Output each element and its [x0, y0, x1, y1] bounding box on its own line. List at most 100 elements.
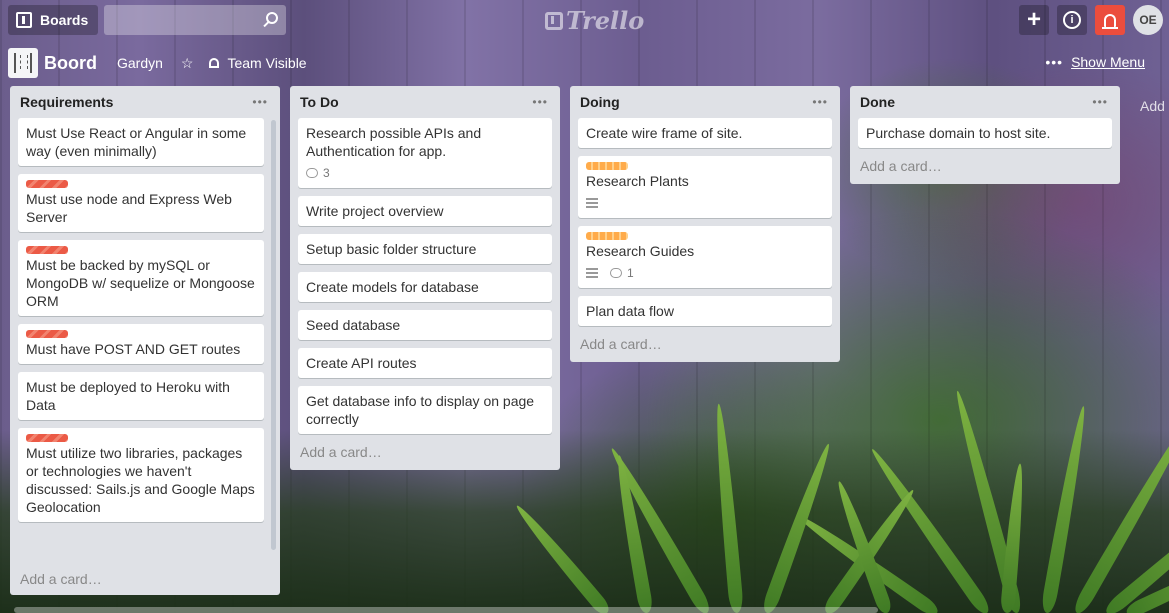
card-label-orange[interactable]	[586, 232, 628, 240]
card-label-red[interactable]	[26, 246, 68, 254]
card[interactable]: Purchase domain to host site.	[858, 118, 1112, 148]
card-title: Write project overview	[306, 203, 444, 219]
card-container: Purchase domain to host site.	[850, 118, 1120, 148]
boards-button[interactable]: Boards	[8, 5, 99, 35]
leaf	[1102, 485, 1169, 613]
card[interactable]: Must be backed by mySQL or MongoDB w/ se…	[18, 240, 264, 316]
list-title[interactable]: Doing	[580, 94, 620, 110]
add-card-button[interactable]: Add a card…	[570, 334, 840, 362]
card[interactable]: Setup basic folder structure	[298, 234, 552, 264]
card-badges: 3	[306, 164, 544, 182]
board-visibility[interactable]: Team Visible	[227, 55, 306, 71]
leaf	[1040, 404, 1091, 613]
list-menu-icon[interactable]: •••	[812, 95, 828, 109]
leaf	[760, 441, 836, 613]
list-scrollbar[interactable]	[271, 120, 276, 550]
card[interactable]: Must Use React or Angular in some way (e…	[18, 118, 264, 166]
list-menu-icon[interactable]: •••	[1092, 95, 1108, 109]
card-title: Research Guides	[586, 243, 695, 259]
board-thumbnail[interactable]	[8, 48, 38, 78]
card-title: Research Plants	[586, 173, 689, 189]
card-title: Must have POST AND GET routes	[26, 341, 241, 357]
avatar[interactable]: OE	[1133, 5, 1163, 35]
card-labels	[26, 434, 256, 442]
leaf	[1070, 418, 1169, 613]
list-title[interactable]: To Do	[300, 94, 339, 110]
list-title[interactable]: Done	[860, 94, 895, 110]
plant-icon	[14, 53, 32, 73]
card-title: Research possible APIs and Authenticatio…	[306, 125, 482, 159]
list-header[interactable]: Done •••	[850, 86, 1120, 118]
info-icon: i	[1063, 11, 1081, 29]
board-header: Boord Gardyn ☆ Team Visible ••• Show Men…	[0, 44, 1169, 82]
card-title: Get database info to display on page cor…	[306, 393, 535, 427]
card[interactable]: Research Guides 1	[578, 226, 832, 288]
board-org[interactable]: Gardyn	[117, 55, 163, 71]
card-container: Create wire frame of site. Research Plant…	[570, 118, 840, 326]
card-label-red[interactable]	[26, 330, 68, 338]
add-card-button[interactable]: Add a card…	[850, 156, 1120, 184]
card-title: Setup basic folder structure	[306, 241, 477, 257]
list-header[interactable]: Requirements •••	[10, 86, 280, 118]
card[interactable]: Research possible APIs and Authenticatio…	[298, 118, 552, 188]
search-icon[interactable]	[266, 12, 279, 24]
info-button[interactable]: i	[1057, 5, 1087, 35]
card-container: Research possible APIs and Authenticatio…	[290, 118, 560, 434]
card[interactable]: Get database info to display on page cor…	[298, 386, 552, 434]
board-scrollbar[interactable]	[14, 607, 878, 613]
comments-badge: 3	[306, 164, 330, 182]
card[interactable]: Must have POST AND GET routes	[18, 324, 264, 364]
add-card-button[interactable]: Add a card…	[10, 563, 280, 595]
card-labels	[26, 180, 256, 188]
card-title: Create API routes	[306, 355, 417, 371]
card-labels	[586, 232, 824, 240]
show-menu-label: Show Menu	[1071, 54, 1145, 70]
search-input[interactable]	[104, 5, 287, 35]
card-label-red[interactable]	[26, 180, 68, 188]
card-badges	[586, 194, 824, 212]
list-header[interactable]: Doing •••	[570, 86, 840, 118]
card[interactable]: Plan data flow	[578, 296, 832, 326]
list-header[interactable]: To Do •••	[290, 86, 560, 118]
card-label-orange[interactable]	[586, 162, 628, 170]
boards-icon	[16, 12, 32, 28]
leaf	[950, 389, 1024, 613]
card-title: Must use node and Express Web Server	[26, 191, 232, 225]
create-button[interactable]: +	[1019, 5, 1049, 35]
card[interactable]: Must be deployed to Heroku with Data	[18, 372, 264, 420]
add-card-button[interactable]: Add a card…	[290, 442, 560, 470]
comment-count: 1	[627, 266, 634, 280]
show-menu-button[interactable]: ••• Show Menu	[1045, 54, 1145, 70]
leaf	[605, 444, 714, 613]
card[interactable]: Research Plants	[578, 156, 832, 218]
card[interactable]: Write project overview	[298, 196, 552, 226]
star-icon[interactable]: ☆	[181, 55, 194, 72]
trello-logo-icon	[545, 11, 563, 30]
card[interactable]: Create models for database	[298, 272, 552, 302]
comment-icon	[610, 268, 622, 278]
top-header: Boards Trello + i OE	[0, 0, 1169, 40]
more-icon: •••	[1045, 54, 1064, 70]
list-title[interactable]: Requirements	[20, 94, 113, 110]
list-doing: Doing ••• Create wire frame of site. Rese…	[570, 86, 840, 362]
card[interactable]: Must utilize two libraries, packages or …	[18, 428, 264, 522]
card-label-red[interactable]	[26, 434, 68, 442]
list-menu-icon[interactable]: •••	[532, 95, 548, 109]
board-title[interactable]: Boord	[44, 53, 97, 74]
card-title: Create wire frame of site.	[586, 125, 743, 141]
card[interactable]: Must use node and Express Web Server	[18, 174, 264, 232]
leaf	[793, 509, 942, 613]
card[interactable]: Seed database	[298, 310, 552, 340]
comments-badge: 1	[610, 264, 634, 282]
card[interactable]: Create wire frame of site.	[578, 118, 832, 148]
notifications-button[interactable]	[1095, 5, 1125, 35]
add-list-button[interactable]: Add	[1140, 98, 1165, 114]
list-menu-icon[interactable]: •••	[252, 95, 268, 109]
header-actions: + i OE	[1019, 5, 1163, 35]
card[interactable]: Create API routes	[298, 348, 552, 378]
trello-logo[interactable]: Trello	[545, 6, 644, 35]
card-title: Must utilize two libraries, packages or …	[26, 445, 255, 515]
bell-icon	[1102, 13, 1118, 29]
comment-icon	[306, 168, 318, 178]
boards-label: Boards	[40, 12, 89, 28]
